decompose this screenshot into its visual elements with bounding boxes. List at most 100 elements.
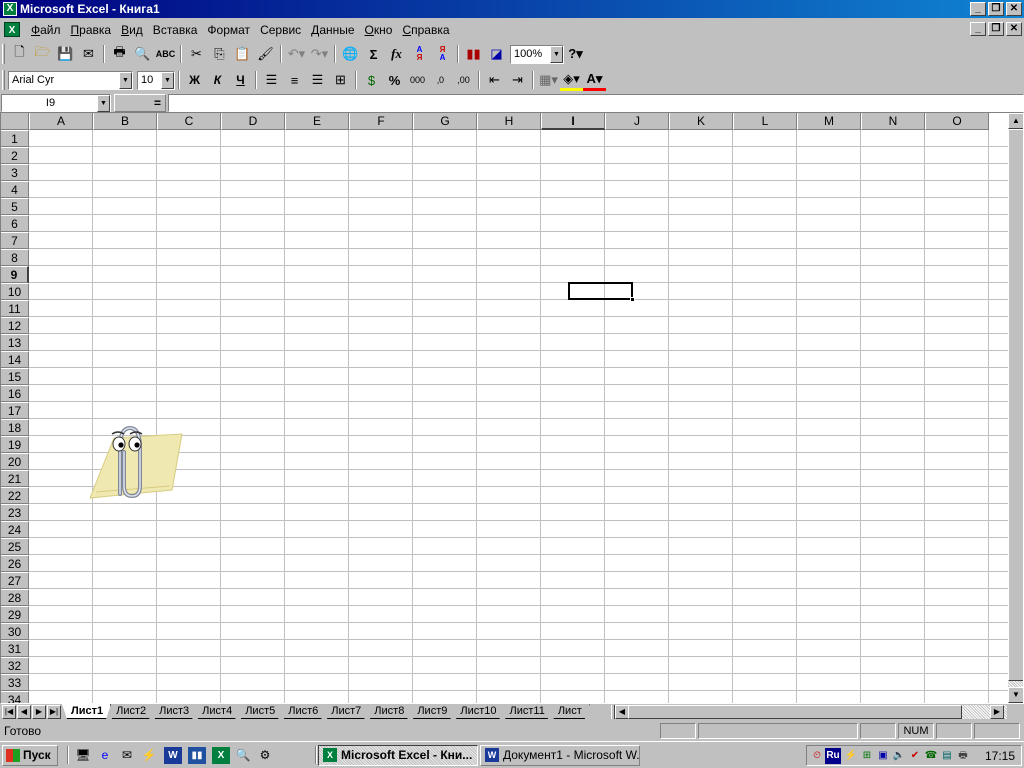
align-center-icon[interactable]: ≡	[283, 69, 306, 91]
row-header[interactable]: 34	[1, 691, 29, 703]
column-header[interactable]: L	[733, 113, 797, 130]
font-dropdown-icon[interactable]: ▼	[119, 71, 132, 89]
borders-icon[interactable]: ▦▾	[537, 69, 560, 91]
cells-area[interactable]	[29, 130, 1009, 703]
active-cell[interactable]	[568, 282, 635, 302]
row-header[interactable]: 15	[1, 368, 29, 385]
scroll-left-icon[interactable]: ◀	[615, 705, 629, 719]
office-bar-icon[interactable]: ▮▮	[188, 747, 206, 764]
row-header[interactable]: 30	[1, 623, 29, 640]
drawing-icon[interactable]: ◪	[485, 43, 508, 65]
sheet-tab[interactable]: Лист2	[107, 704, 154, 719]
print-icon[interactable]: 🖶	[108, 43, 131, 65]
hyperlink-globe-icon[interactable]: 🌐	[339, 43, 362, 65]
zoom-dropdown-icon[interactable]: ▼	[550, 45, 563, 63]
doc-close-button[interactable]: ✕	[1006, 22, 1022, 36]
start-button[interactable]: Пуск	[2, 745, 58, 766]
row-header[interactable]: 2	[1, 147, 29, 164]
row-header[interactable]: 10	[1, 283, 29, 300]
scheduler-icon[interactable]: ⏲	[809, 748, 825, 764]
row-header[interactable]: 28	[1, 589, 29, 606]
row-header[interactable]: 24	[1, 521, 29, 538]
modem-icon[interactable]: ☎	[923, 748, 939, 764]
row-header[interactable]: 9	[1, 266, 29, 283]
scroll-down-icon[interactable]: ▼	[1008, 687, 1023, 703]
fill-color-icon[interactable]: ◈▾	[560, 69, 583, 91]
align-left-icon[interactable]: ☰	[260, 69, 283, 91]
fill-handle[interactable]	[630, 297, 635, 302]
autosum-icon[interactable]: Σ	[362, 43, 385, 65]
toolbar-grip[interactable]	[2, 44, 5, 64]
column-header[interactable]: J	[605, 113, 669, 130]
paste-icon[interactable]: 📋	[231, 43, 254, 65]
first-sheet-icon[interactable]: |◀	[2, 705, 16, 719]
last-sheet-icon[interactable]: ▶|	[47, 705, 61, 719]
column-header[interactable]: M	[797, 113, 861, 130]
sheet-tab[interactable]: Лист1	[62, 704, 111, 719]
menu-data[interactable]: Данные	[306, 23, 359, 38]
next-sheet-icon[interactable]: ▶	[32, 705, 46, 719]
column-header[interactable]: K	[669, 113, 733, 130]
power-icon[interactable]: ⚡	[843, 748, 859, 764]
column-header[interactable]: E	[285, 113, 349, 130]
sheet-tab[interactable]: Лист	[549, 704, 590, 719]
column-header[interactable]: I	[541, 113, 605, 130]
row-header[interactable]: 23	[1, 504, 29, 521]
column-header[interactable]: N	[861, 113, 925, 130]
office-assistant[interactable]	[86, 420, 186, 510]
column-header[interactable]: F	[349, 113, 413, 130]
format-painter-icon[interactable]: 🖌	[254, 43, 277, 65]
vertical-scrollbar[interactable]: ▲ ▼	[1008, 113, 1023, 703]
redo-icon[interactable]: ↷▾	[308, 43, 331, 65]
zoom-select[interactable]: 100% ▼	[510, 44, 564, 64]
row-header[interactable]: 31	[1, 640, 29, 657]
language-indicator[interactable]: Ru	[825, 748, 841, 764]
formula-input[interactable]	[168, 94, 1024, 112]
display-icon[interactable]: ▣	[875, 748, 891, 764]
doc-minimize-button[interactable]: _	[970, 22, 986, 36]
toolbar-grip[interactable]	[2, 70, 5, 90]
column-header[interactable]: C	[157, 113, 221, 130]
bold-button[interactable]: Ж	[183, 69, 206, 91]
sheet-tab[interactable]: Лист6	[279, 704, 326, 719]
find-icon[interactable]: 🔍	[234, 747, 252, 764]
decrease-decimal-button[interactable]: ,00	[452, 69, 475, 91]
menu-tools[interactable]: Сервис	[255, 23, 306, 38]
column-header[interactable]: H	[477, 113, 541, 130]
column-header[interactable]: A	[29, 113, 93, 130]
menu-help[interactable]: Справка	[397, 23, 454, 38]
prev-sheet-icon[interactable]: ◀	[17, 705, 31, 719]
row-header[interactable]: 13	[1, 334, 29, 351]
italic-button[interactable]: К	[206, 69, 229, 91]
new-icon[interactable]: 🗋	[8, 43, 31, 65]
thousands-button[interactable]: 000	[406, 69, 429, 91]
font-size-select[interactable]: 10 ▼	[137, 70, 175, 90]
open-folder-icon[interactable]: 🗁	[31, 43, 54, 65]
font-color-icon[interactable]: A▾	[583, 69, 606, 91]
row-header[interactable]: 27	[1, 572, 29, 589]
increase-decimal-button[interactable]: ‚0	[429, 69, 452, 91]
row-header[interactable]: 4	[1, 181, 29, 198]
sheet-tab[interactable]: Лист7	[322, 704, 369, 719]
sort-ascending-icon[interactable]: АЯ	[408, 43, 431, 65]
sheet-tab[interactable]: Лист3	[150, 704, 197, 719]
spelling-icon[interactable]: ABC	[154, 43, 177, 65]
vertical-scroll-thumb[interactable]	[1008, 129, 1023, 681]
scroll-up-icon[interactable]: ▲	[1008, 113, 1023, 129]
word-icon[interactable]: W	[164, 747, 182, 764]
underline-button[interactable]: Ч	[229, 69, 252, 91]
copy-icon[interactable]: ⎘	[208, 43, 231, 65]
row-header[interactable]: 5	[1, 198, 29, 215]
sheet-tab[interactable]: Лист10	[451, 704, 504, 719]
show-desktop-icon[interactable]: 🖥	[74, 747, 92, 764]
row-header[interactable]: 7	[1, 232, 29, 249]
sheet-tab[interactable]: Лист9	[408, 704, 455, 719]
row-header[interactable]: 25	[1, 538, 29, 555]
column-header[interactable]: O	[925, 113, 989, 130]
outlook-express-icon[interactable]: ✉	[118, 747, 136, 764]
row-header[interactable]: 12	[1, 317, 29, 334]
row-header[interactable]: 26	[1, 555, 29, 572]
doc-restore-button[interactable]: ❐	[988, 22, 1004, 36]
help-icon[interactable]: ?▾	[564, 43, 587, 65]
scroll-right-icon[interactable]: ▶	[990, 705, 1004, 719]
